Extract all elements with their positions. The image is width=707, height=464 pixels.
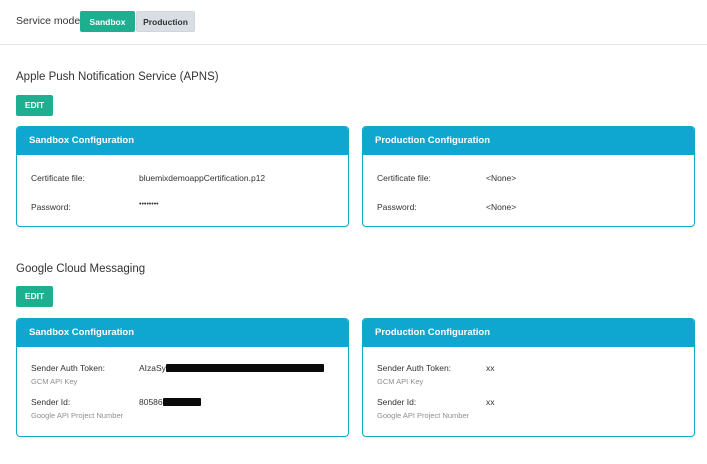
apns-production-password-label: Password: <box>377 202 417 212</box>
gcm-sandbox-token-prefix: AIzaSy <box>139 363 166 373</box>
apns-production-header: Production Configuration <box>363 127 694 155</box>
gcm-section-title: Google Cloud Messaging <box>16 263 146 275</box>
gcm-sandbox-id-label: Sender Id: <box>31 397 71 407</box>
gcm-sandbox-id-prefix: 80586 <box>139 397 163 407</box>
apns-sandbox-password-label: Password: <box>31 202 71 212</box>
production-mode-button[interactable]: Production <box>136 11 195 32</box>
apns-sandbox-header: Sandbox Configuration <box>17 127 348 155</box>
service-mode-bar: Service mode: Sandbox Production <box>0 0 707 45</box>
gcm-sandbox-token-label: Sender Auth Token: <box>31 363 106 373</box>
apns-sandbox-cert-label: Certificate file: <box>31 173 85 183</box>
gcm-production-token-value: xx <box>486 363 495 373</box>
gcm-sandbox-token-sublabel: GCM API Key <box>31 377 78 386</box>
redacted-id-bar <box>162 398 201 406</box>
sandbox-mode-button[interactable]: Sandbox <box>80 11 135 32</box>
apns-production-cert-label: Certificate file: <box>377 173 431 183</box>
apns-section-title: Apple Push Notification Service (APNS) <box>16 71 219 83</box>
gcm-edit-button[interactable]: EDIT <box>16 286 53 307</box>
gcm-sandbox-card: Sandbox Configuration Sender Auth Token:… <box>16 318 349 437</box>
gcm-production-token-label: Sender Auth Token: <box>377 363 452 373</box>
gcm-sandbox-id-sublabel: Google API Project Number <box>31 411 124 420</box>
apns-edit-button[interactable]: EDIT <box>16 95 53 116</box>
gcm-production-card: Production Configuration Sender Auth Tok… <box>362 318 695 437</box>
gcm-production-id-value: xx <box>486 397 495 407</box>
apns-production-password-value: <None> <box>486 202 517 212</box>
redacted-token-bar <box>165 364 324 372</box>
gcm-production-id-sublabel: Google API Project Number <box>377 411 470 420</box>
apns-sandbox-cert-value: bluemixdemoappCertification.p12 <box>139 173 266 183</box>
gcm-sandbox-id-value: 80586 <box>139 397 201 407</box>
gcm-sandbox-token-value: AIzaSy <box>139 363 324 373</box>
gcm-sandbox-header: Sandbox Configuration <box>17 319 348 347</box>
apns-production-cert-value: <None> <box>486 173 517 183</box>
apns-production-card: Production Configuration Certificate fil… <box>362 126 695 227</box>
gcm-production-token-sublabel: GCM API Key <box>377 377 424 386</box>
apns-sandbox-card: Sandbox Configuration Certificate file: … <box>16 126 349 227</box>
service-mode-label: Service mode: <box>16 15 84 27</box>
gcm-production-header: Production Configuration <box>363 319 694 347</box>
gcm-production-id-label: Sender Id: <box>377 397 417 407</box>
apns-sandbox-password-value: •••••••• <box>139 201 159 208</box>
